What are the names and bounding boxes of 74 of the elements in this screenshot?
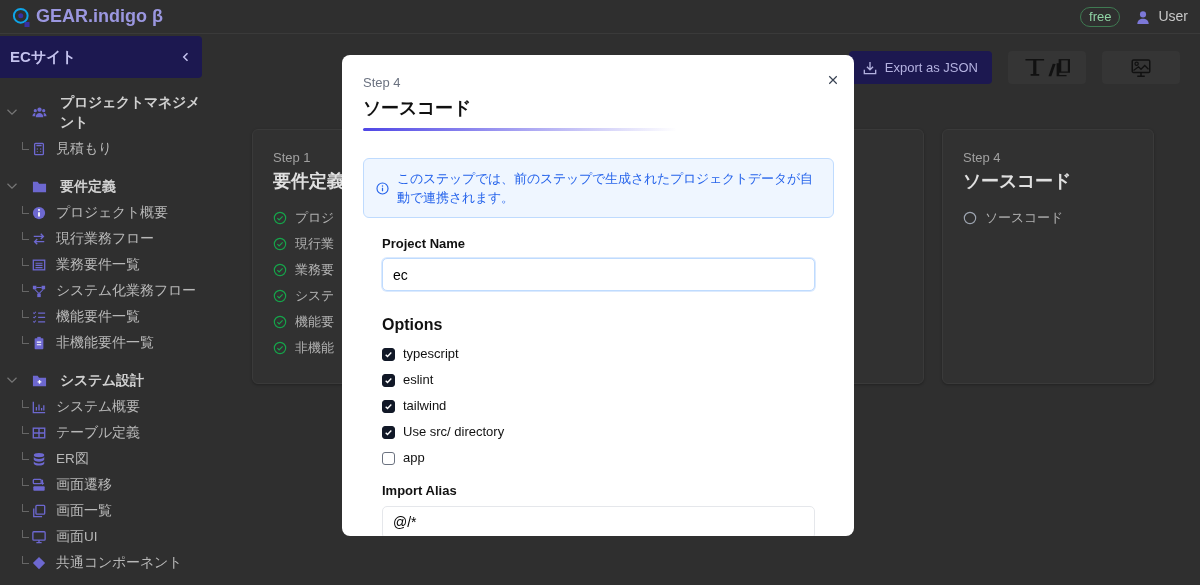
options-heading: Options xyxy=(382,315,444,335)
sidebar-item[interactable]: 現行業務フロー xyxy=(56,228,154,250)
export-button[interactable]: Export as JSON xyxy=(848,51,992,84)
sidebar-item[interactable]: 機能要件一覧 xyxy=(56,306,140,328)
checkbox[interactable] xyxy=(382,399,395,413)
clipboard-icon xyxy=(32,336,46,350)
checkbox[interactable] xyxy=(382,373,395,387)
user-icon xyxy=(1136,9,1151,24)
project-header[interactable]: ECサイト xyxy=(0,36,202,78)
bar-chart-icon xyxy=(32,400,46,414)
sidebar-item[interactable]: 共通コンポーネント xyxy=(56,552,182,574)
import-alias-field[interactable]: @/* xyxy=(382,505,815,536)
sidebar-item[interactable]: システム化業務フロー xyxy=(56,280,196,302)
text-copy-icon xyxy=(1024,56,1070,79)
step-item: 現行業 xyxy=(295,234,334,253)
sidebar-item[interactable]: テーブル定義 xyxy=(56,422,140,444)
close-icon xyxy=(827,73,839,86)
field-label: Project Name xyxy=(382,234,467,253)
monitor-image-icon xyxy=(1131,57,1151,78)
copy-icon xyxy=(32,504,46,518)
table-icon xyxy=(32,426,46,440)
step-item: 機能要 xyxy=(295,312,334,331)
checkbox-label[interactable]: tailwind xyxy=(403,396,447,416)
checkbox-label[interactable]: app xyxy=(403,448,425,468)
checklist-icon xyxy=(32,310,46,324)
checkbox[interactable] xyxy=(382,425,395,439)
monitor-icon xyxy=(32,530,46,544)
step-number: Step 4 xyxy=(963,149,1001,167)
arrows-icon xyxy=(32,232,46,246)
sidebar-group[interactable]: 要件定義 xyxy=(60,176,116,196)
sidebar-group[interactable]: プロジェクトマネジメント xyxy=(60,92,200,132)
calculator-icon xyxy=(32,142,46,156)
dialog-step: Step 4 xyxy=(363,73,401,93)
sidebar-item[interactable]: 画面一覧 xyxy=(56,500,112,522)
step-title: ソースコード xyxy=(963,169,1071,193)
project-name-field[interactable]: ec xyxy=(382,258,815,291)
sidebar-item[interactable]: プロジェクト概要 xyxy=(56,202,168,224)
sidebar-item[interactable]: ER図 xyxy=(56,448,89,470)
step-item: 業務要 xyxy=(295,260,334,279)
step-item: ソースコード xyxy=(985,208,1063,227)
checkbox-label[interactable]: typescript xyxy=(403,344,459,364)
sidebar-item[interactable]: 画面遷移 xyxy=(56,474,112,496)
diamond-icon xyxy=(32,556,46,570)
field-label: Import Alias xyxy=(382,482,458,500)
checkbox-label[interactable]: eslint xyxy=(403,370,434,390)
dialog-title: ソースコード xyxy=(363,96,472,120)
checkbox-label[interactable]: Use src/ directory xyxy=(403,422,505,442)
download-icon xyxy=(862,60,877,75)
check-icon xyxy=(384,401,393,411)
user-menu[interactable]: User xyxy=(1158,6,1188,27)
transition-icon xyxy=(32,478,46,492)
info-icon xyxy=(32,206,46,220)
checkbox[interactable] xyxy=(382,451,395,465)
check-icon xyxy=(384,427,393,437)
info-icon xyxy=(376,181,389,195)
step-number: Step 1 xyxy=(273,149,311,167)
sidebar-item[interactable]: 業務要件一覧 xyxy=(56,254,140,276)
logo-icon xyxy=(12,5,32,28)
sidebar-item[interactable]: システム概要 xyxy=(56,396,140,418)
sidebar-group[interactable]: システム設計 xyxy=(60,370,144,390)
step-item: プロジ xyxy=(295,208,334,227)
step-item: システ xyxy=(295,286,334,305)
sidebar-item[interactable]: 画面UI xyxy=(56,526,98,548)
check-icon xyxy=(384,349,393,359)
checkbox[interactable] xyxy=(382,347,395,361)
app-logo: GEAR.indigo β xyxy=(36,5,163,28)
list-icon xyxy=(32,258,46,272)
sidebar-item[interactable]: 見積もり xyxy=(56,138,112,160)
info-text: このステップでは、前のステップで生成されたプロジェクトデータが自動で連携されます。 xyxy=(397,169,814,207)
flow-icon xyxy=(32,284,46,298)
sidebar-item[interactable]: 非機能要件一覧 xyxy=(56,332,154,354)
step-item: 非機能 xyxy=(295,338,334,357)
database-icon xyxy=(32,452,46,466)
check-icon xyxy=(384,375,393,385)
